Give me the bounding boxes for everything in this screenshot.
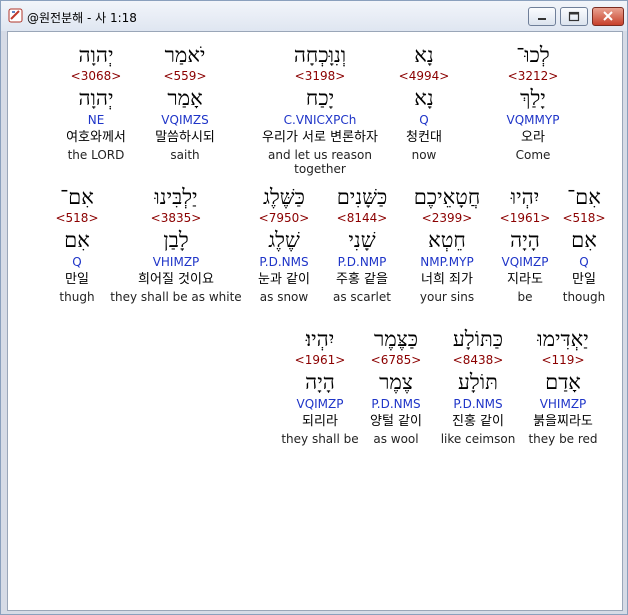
minimize-icon [538, 18, 546, 20]
close-icon [603, 11, 613, 21]
hebrew-word: לְכוּ־ [516, 43, 550, 67]
strong-number: <518> [562, 211, 606, 225]
korean-gloss: 오라 [521, 130, 545, 145]
hebrew-lemma: יָלַךְ [520, 86, 546, 110]
title-bar[interactable]: @원전분해 - 사 1:18 [1, 1, 627, 31]
english-gloss: though [562, 290, 606, 304]
hebrew-lemma: אָדַם [545, 370, 581, 394]
hebrew-word: יֹאמַר [164, 43, 206, 67]
korean-gloss: 만일 [572, 272, 596, 287]
minimize-button[interactable] [528, 7, 556, 26]
strong-number: <119> [541, 353, 585, 367]
english-gloss: they be red [528, 432, 598, 446]
hebrew-lemma: אָמַר [167, 86, 203, 110]
hebrew-lemma: אִם [571, 228, 597, 252]
close-button[interactable] [592, 7, 624, 26]
maximize-icon [568, 11, 580, 22]
morphology-code: VQMMYP [506, 113, 560, 127]
hebrew-word: אִם־ [567, 185, 601, 209]
morphology-code: Q [579, 255, 589, 269]
window-title: @원전분해 - 사 1:18 [27, 11, 137, 25]
app-window: @원전분해 - 사 1:18 יְהוָה <3068> יְהוָה NE 여… [0, 0, 628, 615]
korean-gloss: 말씀하시되 [155, 130, 215, 145]
morphology-code: VQIMZS [161, 113, 209, 127]
word-analysis-panel: יְהוָה <3068> יְהוָה NE 여호와께서 the LORD י… [7, 31, 623, 611]
english-gloss: Come [515, 148, 551, 162]
english-gloss: saith [170, 148, 200, 162]
morphology-code: VHIMZP [539, 397, 587, 411]
strong-number: <3212> [507, 69, 559, 83]
maximize-button[interactable] [560, 7, 588, 26]
hebrew-word: יַאְדִּימוּ [537, 327, 589, 351]
app-icon [8, 8, 23, 23]
strong-number: <559> [163, 69, 207, 83]
korean-gloss: 붉을찌라도 [533, 414, 593, 429]
